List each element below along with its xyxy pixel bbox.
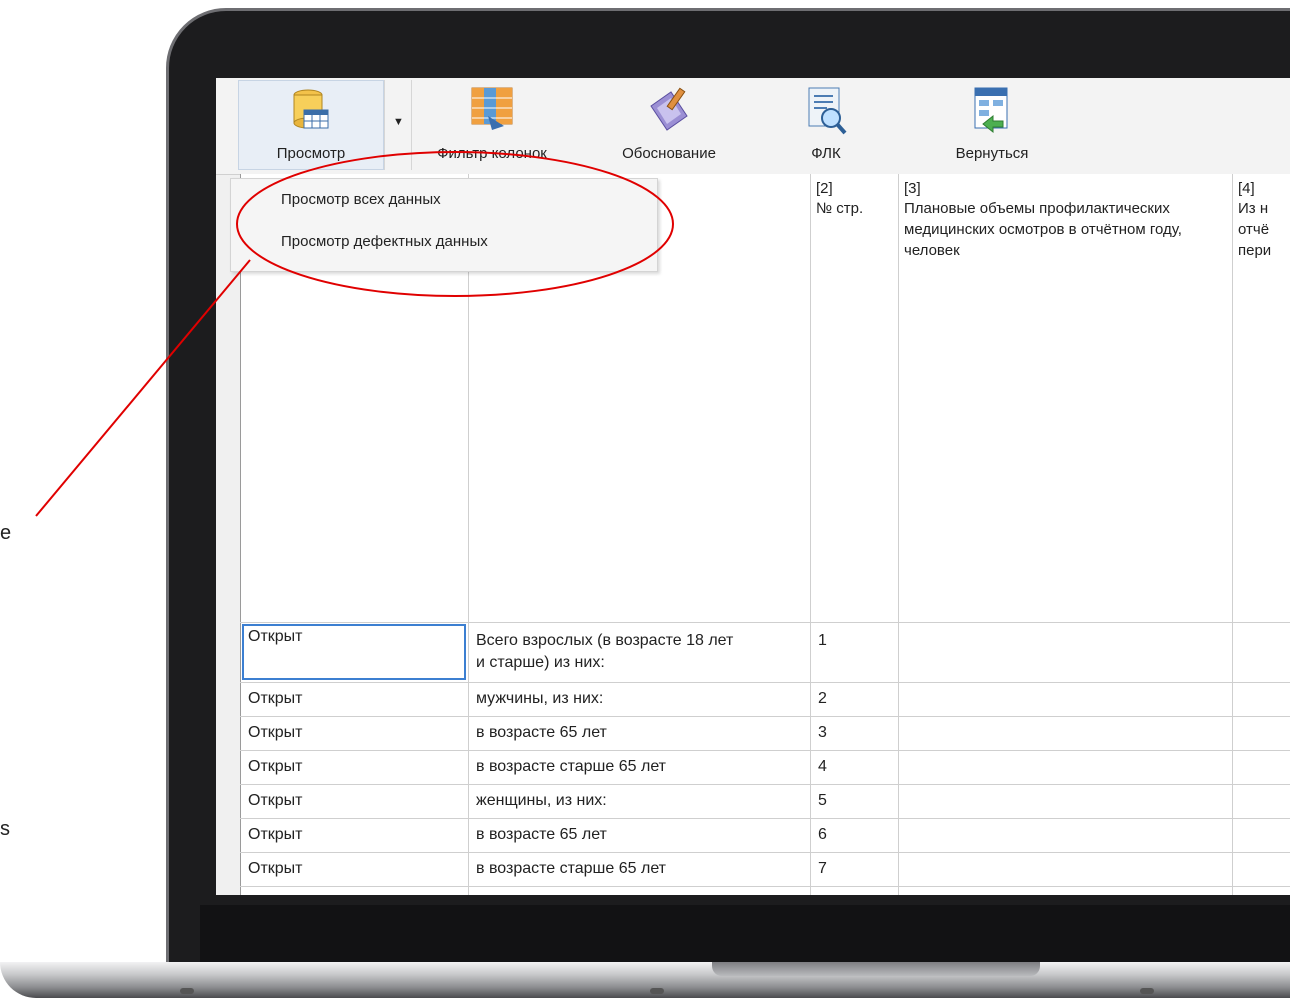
col2-header-name: № стр.	[816, 200, 864, 217]
return-label: Вернуться	[955, 145, 1029, 162]
data-grid: [2] № стр. [3] Плановые объемы профилакт…	[240, 174, 1290, 895]
menu-item-view-defective[interactable]: Просмотр дефектных данных	[281, 233, 488, 250]
row-number[interactable]: 7	[818, 858, 827, 880]
row-number[interactable]: 1	[818, 630, 827, 652]
return-icon	[969, 86, 1015, 138]
menu-item-view-all[interactable]: Просмотр всех данных	[281, 191, 441, 208]
row-status[interactable]: Открыт	[248, 688, 303, 710]
col3-header-num: [3]	[904, 180, 921, 197]
row-name[interactable]: Всего взрослых (в возрасте 18 лет	[476, 630, 733, 652]
col4-header-num: [4]	[1238, 180, 1255, 197]
stray-char-1: e	[0, 522, 12, 544]
view-dropdown-button[interactable]: ▼	[384, 80, 412, 170]
col4-header-name: отчё	[1238, 221, 1270, 238]
laptop-foot	[650, 988, 664, 994]
row-number[interactable]: 2	[818, 688, 827, 710]
row-status[interactable]: Открыт	[248, 858, 303, 880]
flk-check-icon	[803, 86, 849, 140]
justification-icon	[645, 86, 693, 138]
laptop-foot	[180, 988, 194, 994]
row-status[interactable]: Открыт	[248, 626, 303, 648]
laptop-notch	[712, 962, 1040, 976]
row-name[interactable]: в возрасте старше 65 лет	[476, 756, 666, 778]
row-number[interactable]: 4	[818, 756, 827, 778]
view-button-label: Просмотр	[276, 145, 346, 162]
column-filter-icon	[468, 86, 516, 136]
toolbar: Просмотр ▼ Фильтр колонок Обоснование ФЛ…	[216, 78, 1290, 175]
row-name[interactable]: в возрасте старше 65 лет	[476, 858, 666, 880]
laptop-bezel	[200, 905, 1290, 965]
row-number[interactable]: 5	[818, 790, 827, 812]
flk-label: ФЛК	[811, 145, 841, 162]
stray-char-2: s	[0, 818, 10, 840]
col4-header-name: Из н	[1238, 200, 1269, 217]
row-status[interactable]: Открыт	[248, 824, 303, 846]
app-screen: Просмотр ▼ Фильтр колонок Обоснование ФЛ…	[216, 78, 1290, 895]
row-status[interactable]: Открыт	[248, 722, 303, 744]
dropdown-arrow-icon: ▼	[393, 116, 404, 128]
row-name[interactable]: женщины, из них:	[476, 790, 607, 812]
row-number[interactable]: 3	[818, 722, 827, 744]
col2-header-num: [2]	[816, 180, 833, 197]
return-button[interactable]: Вернуться	[932, 82, 1052, 168]
row-name[interactable]: в возрасте 65 лет	[476, 722, 607, 744]
col3-header-name: Плановые объемы профилактических медицин…	[904, 200, 1182, 259]
row-name-cont[interactable]: и старше) из них:	[476, 652, 605, 674]
col4-header-name: пери	[1238, 242, 1272, 259]
row-name[interactable]: в возрасте 65 лет	[476, 824, 607, 846]
flk-button[interactable]: ФЛК	[786, 82, 866, 168]
row-number[interactable]: 6	[818, 824, 827, 846]
laptop-foot	[1140, 988, 1154, 994]
row-name[interactable]: мужчины, из них:	[476, 688, 603, 710]
row-status[interactable]: Открыт	[248, 790, 303, 812]
view-button[interactable]: Просмотр	[238, 82, 384, 168]
justification-button[interactable]: Обоснование	[594, 82, 744, 168]
column-filter-label: Фильтр колонок	[437, 145, 547, 162]
database-view-icon	[288, 86, 334, 136]
column-filter-button[interactable]: Фильтр колонок	[412, 82, 572, 168]
row-status[interactable]: Открыт	[248, 756, 303, 778]
justification-label: Обоснование	[622, 145, 716, 162]
view-dropdown-menu: Просмотр всех данных Просмотр дефектных …	[230, 178, 658, 272]
